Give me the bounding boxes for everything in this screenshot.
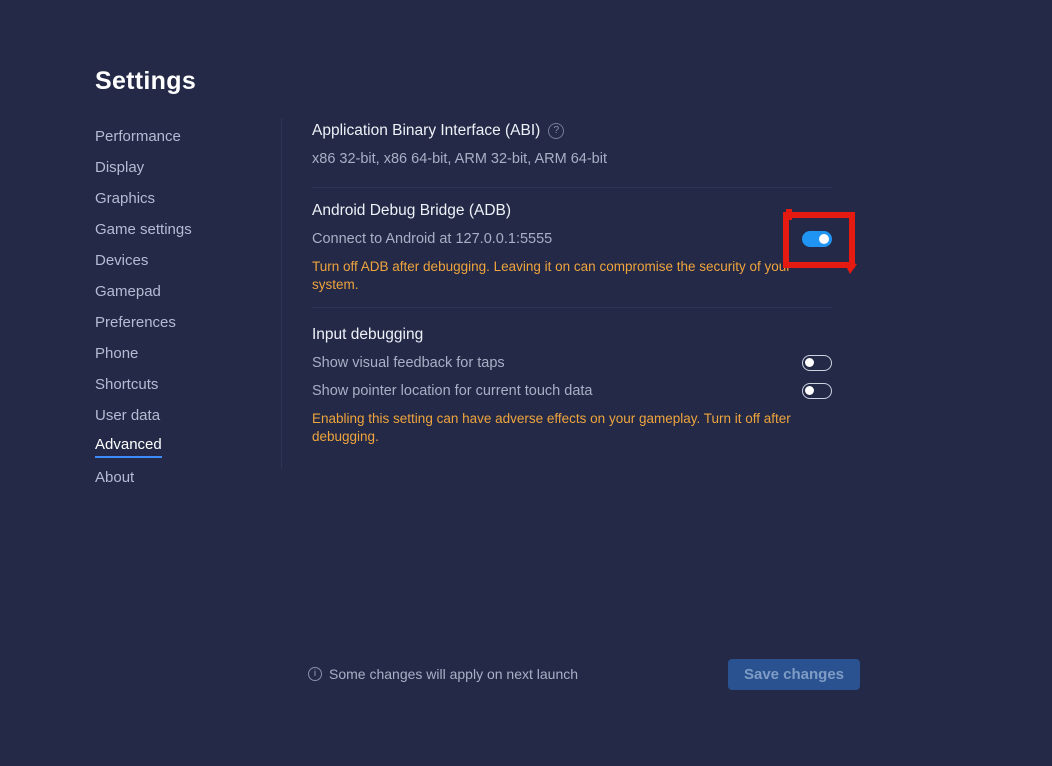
settings-window: Settings Performance Display Graphics Ga… xyxy=(0,0,1052,766)
sidebar-item-about[interactable]: About xyxy=(95,462,265,493)
adb-title-text: Android Debug Bridge (ADB) xyxy=(312,200,511,222)
toggle-knob xyxy=(819,234,829,244)
abi-title-text: Application Binary Interface (ABI) xyxy=(312,120,540,142)
sidebar-item-advanced[interactable]: Advanced xyxy=(95,431,265,462)
visual-feedback-label: Show visual feedback for taps xyxy=(312,355,505,371)
help-icon[interactable]: ? xyxy=(548,123,564,139)
abi-value: x86 32-bit, x86 64-bit, ARM 32-bit, ARM … xyxy=(312,149,832,169)
adb-description: Connect to Android at 127.0.0.1:5555 xyxy=(312,231,552,247)
settings-sidebar: Performance Display Graphics Game settin… xyxy=(95,121,265,493)
pointer-location-label: Show pointer location for current touch … xyxy=(312,383,593,399)
sidebar-item-shortcuts[interactable]: Shortcuts xyxy=(95,369,265,400)
sidebar-item-phone[interactable]: Phone xyxy=(95,338,265,369)
abi-section-title: Application Binary Interface (ABI) ? xyxy=(312,120,832,142)
sidebar-item-graphics[interactable]: Graphics xyxy=(95,183,265,214)
page-title: Settings xyxy=(95,67,196,96)
visual-feedback-toggle[interactable] xyxy=(802,355,832,371)
section-divider xyxy=(312,187,832,188)
sidebar-item-gamepad[interactable]: Gamepad xyxy=(95,276,265,307)
pointer-location-toggle[interactable] xyxy=(802,383,832,399)
sidebar-item-game-settings[interactable]: Game settings xyxy=(95,214,265,245)
sidebar-item-performance[interactable]: Performance xyxy=(95,121,265,152)
sidebar-item-preferences[interactable]: Preferences xyxy=(95,307,265,338)
adb-section-title: Android Debug Bridge (ADB) xyxy=(312,200,832,222)
sidebar-item-devices[interactable]: Devices xyxy=(95,245,265,276)
adb-toggle[interactable] xyxy=(802,231,832,247)
adb-warning: Turn off ADB after debugging. Leaving it… xyxy=(312,258,832,294)
save-changes-button[interactable]: Save changes xyxy=(728,659,860,690)
info-icon: i xyxy=(308,667,322,681)
visual-feedback-row: Show visual feedback for taps xyxy=(312,353,832,373)
adb-row: Connect to Android at 127.0.0.1:5555 xyxy=(312,229,832,249)
section-divider xyxy=(312,307,832,308)
toggle-knob xyxy=(805,386,814,395)
toggle-knob xyxy=(805,358,814,367)
input-debugging-warning: Enabling this setting can have adverse e… xyxy=(312,410,832,446)
advanced-settings-panel: Application Binary Interface (ABI) ? x86… xyxy=(312,120,832,446)
footer-note: i Some changes will apply on next launch xyxy=(308,666,578,682)
sidebar-item-display[interactable]: Display xyxy=(95,152,265,183)
input-debugging-title-text: Input debugging xyxy=(312,324,423,346)
input-debugging-section-title: Input debugging xyxy=(312,324,832,346)
footer-note-text: Some changes will apply on next launch xyxy=(329,666,578,682)
sidebar-item-user-data[interactable]: User data xyxy=(95,400,265,431)
sidebar-divider xyxy=(281,118,282,468)
pointer-location-row: Show pointer location for current touch … xyxy=(312,381,832,401)
